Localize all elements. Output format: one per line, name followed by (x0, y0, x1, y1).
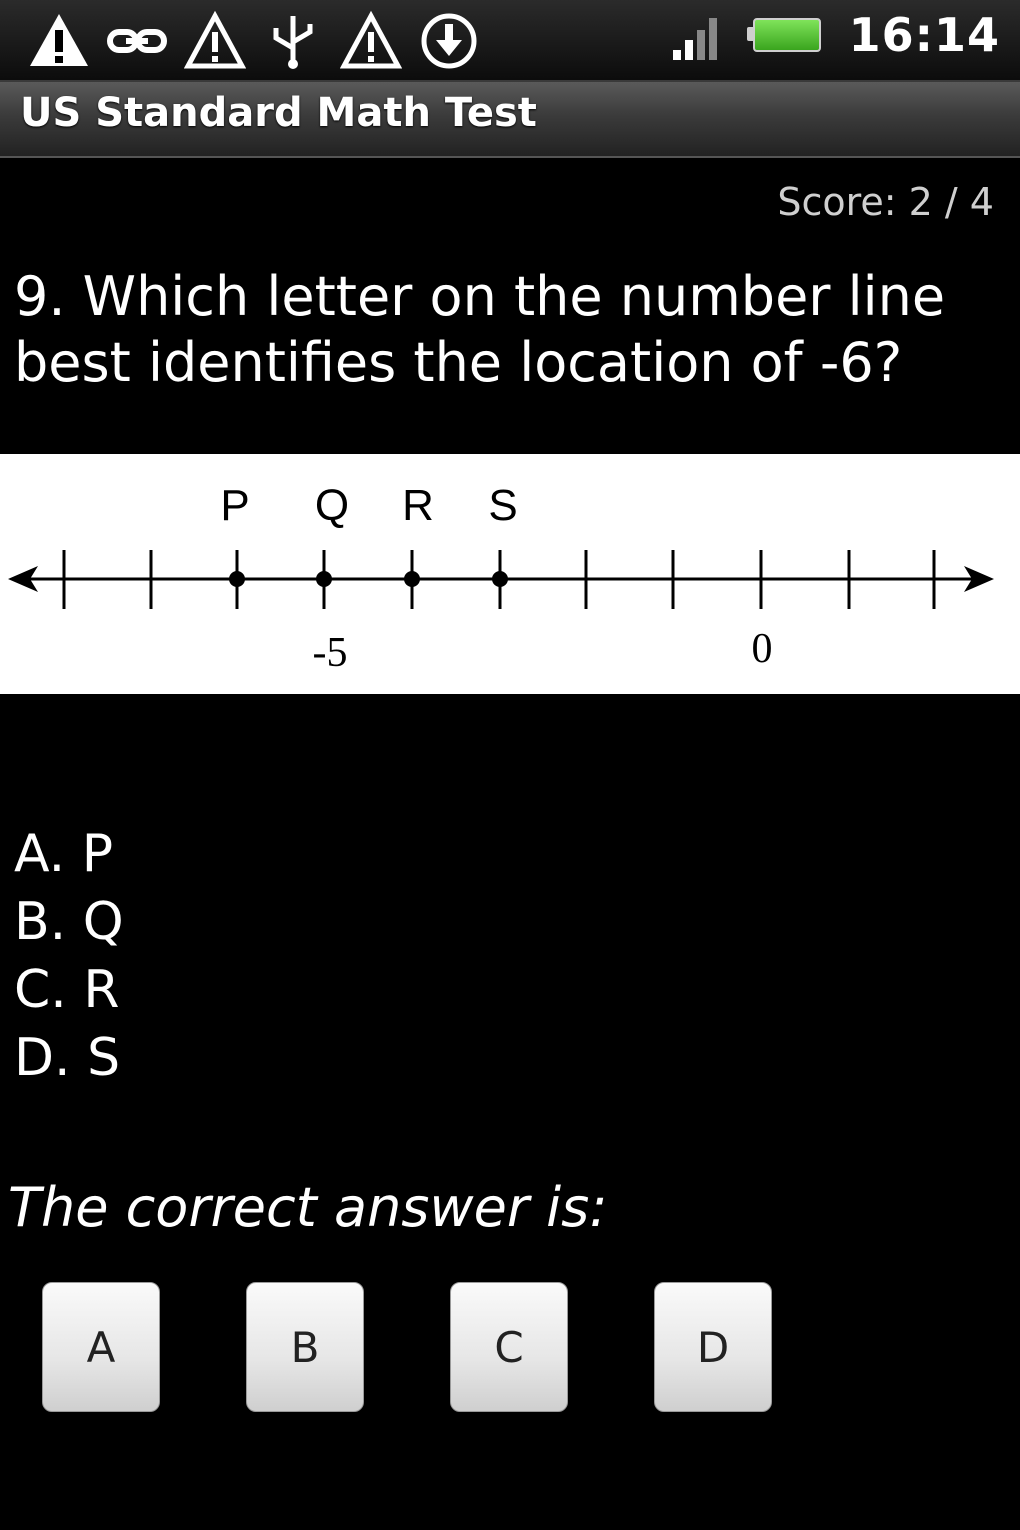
choice-c: C. R (14, 956, 124, 1024)
choice-letter: A. (14, 824, 66, 884)
title-bar: US Standard Math Test (0, 82, 1020, 158)
clock: 16:14 (848, 8, 1000, 62)
point-q (316, 571, 332, 587)
notification-icons (28, 10, 496, 72)
choice-d: D. S (14, 1024, 124, 1092)
status-bar: 16:14 (0, 0, 1020, 82)
choice-letter: D. (14, 1028, 71, 1088)
app-title: US Standard Math Test (20, 90, 537, 136)
choice-value: P (81, 824, 114, 884)
point-label-s: S (488, 481, 517, 530)
point-r (404, 571, 420, 587)
point-label-q: Q (315, 481, 349, 530)
alert-icon (184, 10, 246, 72)
number-line-figure: P Q R S -5 0 (0, 454, 1020, 694)
answer-button-a[interactable]: A (42, 1282, 160, 1412)
point-s (492, 571, 508, 587)
answer-buttons: A B C D (42, 1282, 802, 1414)
score-label: Score: 2 / 4 (777, 180, 994, 224)
point-label-p: P (220, 481, 249, 530)
choice-value: R (83, 960, 120, 1020)
answer-button-c[interactable]: C (450, 1282, 568, 1412)
tick-label-zero: 0 (752, 626, 773, 672)
choice-value: S (87, 1028, 121, 1088)
question-text: 9. Which letter on the number line best … (14, 265, 946, 394)
answer-prompt: The correct answer is: (8, 1176, 608, 1239)
answer-button-d[interactable]: D (654, 1282, 772, 1412)
warning-icon (28, 10, 90, 72)
status-right: 16:14 (672, 8, 1000, 62)
choice-letter: C. (14, 960, 67, 1020)
answer-choices: A. P B. Q C. R D. S (14, 820, 124, 1092)
choice-a: A. P (14, 820, 124, 888)
point-p (229, 571, 245, 587)
choice-b: B. Q (14, 888, 124, 956)
tick-label-minus-5: -5 (313, 630, 348, 676)
point-label-r: R (402, 481, 434, 530)
answer-button-b[interactable]: B (246, 1282, 364, 1412)
number-line-svg: P Q R S -5 0 (8, 481, 994, 676)
alert-icon (340, 10, 402, 72)
signal-bars-icon (672, 10, 729, 60)
usb-icon (262, 10, 324, 72)
battery-icon (746, 18, 821, 52)
choice-value: Q (82, 892, 124, 952)
choice-letter: B. (14, 892, 67, 952)
download-icon (418, 10, 480, 72)
link-icon (106, 10, 168, 72)
